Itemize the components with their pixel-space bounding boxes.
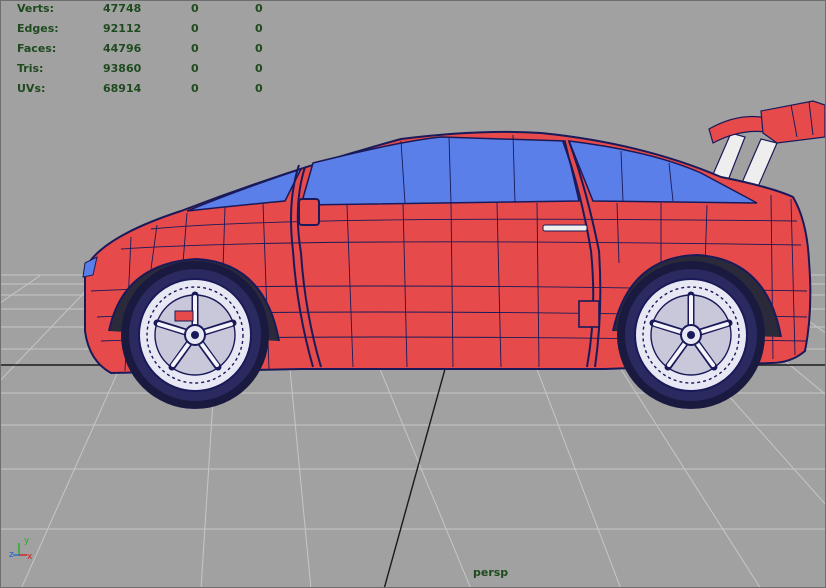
hud-label: Faces:: [17, 42, 57, 55]
axis-y-label: y: [24, 536, 30, 546]
hud-value: 0: [191, 62, 199, 75]
hud-label: Edges:: [17, 22, 59, 35]
car-model[interactable]: [82, 100, 825, 409]
front-wheel: [121, 261, 269, 409]
side-mirror: [298, 198, 320, 226]
hud-value: 44796: [103, 42, 142, 55]
hud-value: 92112: [103, 22, 142, 35]
hud-value: 0: [255, 42, 263, 55]
hud-value: 68914: [103, 82, 142, 95]
axis-z-label: z: [9, 550, 14, 560]
hud-value: 47748: [103, 2, 142, 15]
hud-value: 0: [255, 62, 263, 75]
hud-value: 0: [191, 2, 199, 15]
rear-spoiler: [708, 100, 825, 190]
rear-vent: [578, 300, 600, 328]
hud-value: 93860: [103, 62, 142, 75]
rear-wheel: [617, 261, 765, 409]
axis-x-label: x: [27, 552, 33, 562]
perspective-viewport[interactable]: Verts: 47748 0 0 Edges: 92112 0 0 Faces:…: [0, 0, 826, 588]
hud-label: UVs:: [17, 82, 46, 95]
hud-value: 0: [191, 22, 199, 35]
hud-value: 0: [255, 22, 263, 35]
hud-label: Verts:: [17, 2, 55, 15]
hud-label: Tris:: [17, 62, 44, 75]
front-window: [300, 136, 580, 206]
hud-value: 0: [191, 42, 199, 55]
hud-value: 0: [255, 2, 263, 15]
camera-name-label: persp: [473, 566, 509, 579]
door-handle: [542, 224, 588, 232]
hud-value: 0: [191, 82, 199, 95]
hud-value: 0: [255, 82, 263, 95]
axis-gizmo-icon: y x z: [9, 536, 33, 562]
